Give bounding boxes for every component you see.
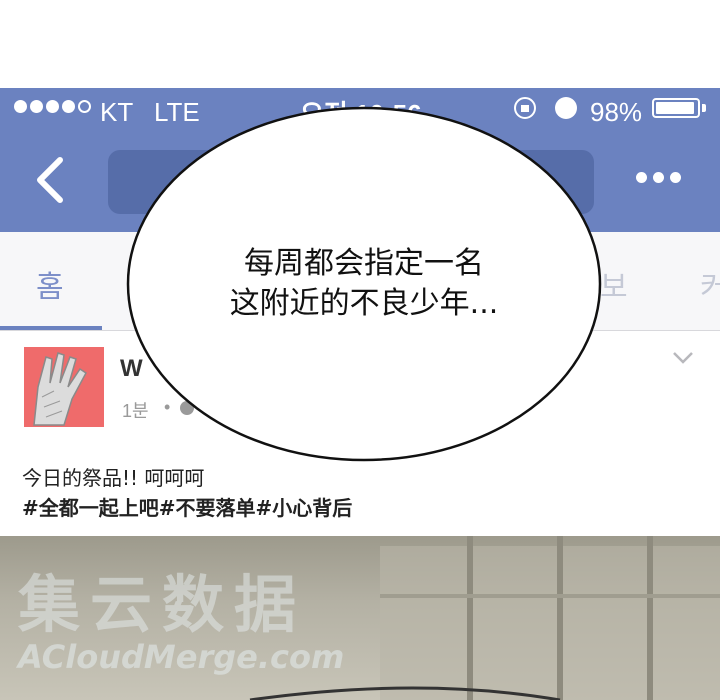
active-tab-indicator (0, 326, 102, 330)
bubble-line-1: 每周都会指定一名 (244, 246, 484, 281)
post-text: 今日的祭品!! 呵呵呵 (22, 466, 205, 490)
more-dots-icon[interactable] (636, 172, 681, 183)
watermark-chinese: 集云数据 (18, 568, 307, 641)
tab-home[interactable]: 홈 (36, 262, 64, 306)
bubble-line-2: 这附近的不良少年... (229, 286, 499, 321)
avatar[interactable] (24, 347, 104, 427)
speech-bubble-text: 每周都会指定一名 这附近的不良少年... (126, 244, 602, 324)
battery-icon (652, 98, 700, 118)
battery-cap (702, 104, 706, 112)
post-photo[interactable]: 集云数据 ACloudMerge.com (0, 536, 720, 700)
post-hashtags[interactable]: #全都一起上吧#不要落单#小心背后 (22, 493, 352, 523)
top-margin (0, 0, 720, 88)
signal-dots-icon (14, 100, 91, 113)
chevron-down-icon[interactable] (672, 351, 694, 365)
tab-second[interactable]: 보 (600, 262, 628, 306)
watermark-url: ACloudMerge.com (18, 638, 345, 676)
back-chevron-icon[interactable] (30, 154, 70, 206)
tab-third[interactable]: 커 (700, 262, 720, 306)
